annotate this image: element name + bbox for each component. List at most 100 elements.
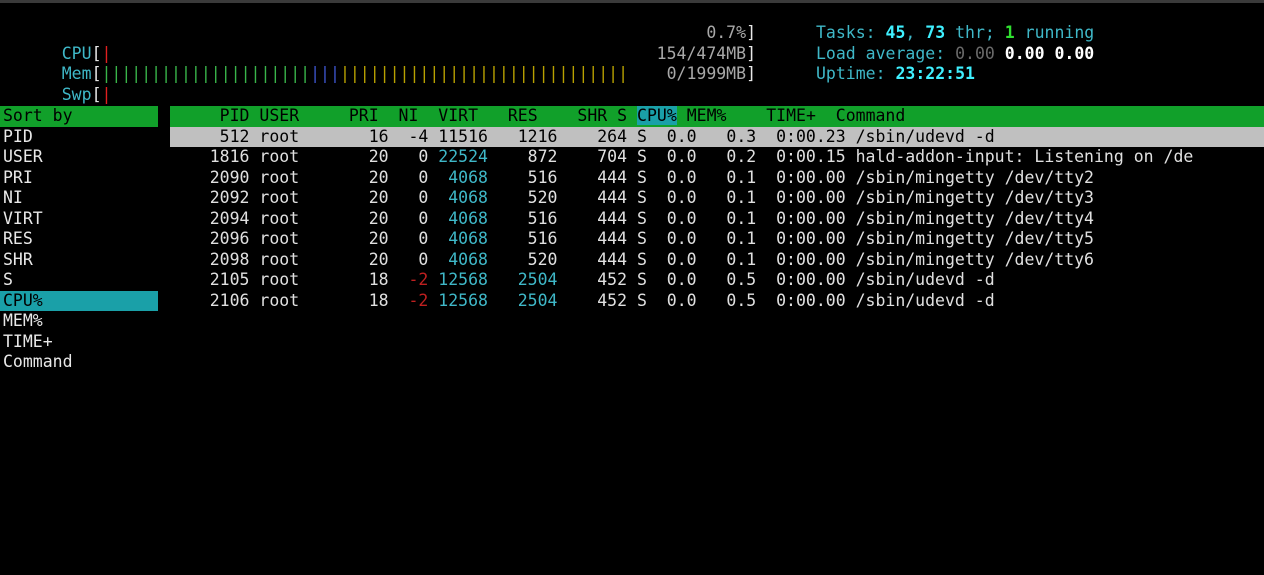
- cell-user: root: [259, 147, 349, 166]
- process-row[interactable]: 2092 root 20 0 4068 520 444 S 0.0 0.1 0:…: [170, 188, 1264, 209]
- process-row[interactable]: 2096 root 20 0 4068 516 444 S 0.0 0.1 0:…: [170, 229, 1264, 250]
- cell-res: 1216: [507, 126, 558, 146]
- uptime-label: Uptime:: [816, 64, 896, 83]
- process-row[interactable]: 2090 root 20 0 4068 516 444 S 0.0 0.1 0:…: [170, 168, 1264, 189]
- col-user[interactable]: USER: [259, 106, 348, 125]
- cell-shr: 264: [577, 126, 628, 146]
- cell-user: root: [259, 290, 349, 310]
- sort-option-cpu[interactable]: CPU%: [0, 290, 158, 311]
- cell-user: root: [259, 167, 349, 187]
- col-ni[interactable]: NI: [399, 106, 419, 125]
- tasks-label: Tasks:: [816, 23, 886, 42]
- uptime-info: Uptime: 23:22:51: [816, 64, 975, 85]
- col-pid[interactable]: PID: [170, 106, 250, 125]
- cell-time: 0:00.15: [776, 147, 846, 166]
- cell-pid: 2094: [170, 208, 250, 228]
- cell-s: S: [636, 167, 647, 187]
- sort-option-virt[interactable]: VIRT: [3, 209, 158, 230]
- cell-command: hald-addon-input: Listening on /de: [855, 147, 1194, 166]
- cell-command: /sbin/udevd -d: [855, 270, 995, 289]
- sort-option-ni[interactable]: NI: [3, 188, 158, 209]
- col-time[interactable]: TIME+: [766, 106, 816, 125]
- running-label: running: [1014, 23, 1095, 42]
- cell-pri: 20: [358, 147, 389, 166]
- cell-pid: 512: [170, 126, 250, 146]
- cell-cpu: 0.0: [666, 229, 697, 248]
- load-1min: 0.00: [955, 43, 995, 63]
- cell-user: root: [259, 270, 349, 289]
- cell-ni: -2: [398, 270, 429, 289]
- sort-option-s[interactable]: S: [3, 270, 158, 291]
- sort-option-mem[interactable]: MEM%: [3, 311, 158, 332]
- sort-option-command[interactable]: Command: [3, 352, 158, 373]
- cell-user: root: [259, 208, 349, 228]
- cell-s: S: [636, 126, 647, 146]
- sort-option-user[interactable]: USER: [3, 147, 158, 168]
- cell-s: S: [636, 229, 647, 248]
- sort-option-pid[interactable]: PID: [3, 127, 158, 148]
- process-row[interactable]: 2094 root 20 0 4068 516 444 S 0.0 0.1 0:…: [170, 209, 1264, 230]
- cell-shr: 444: [577, 208, 628, 228]
- cell-user: root: [259, 188, 349, 207]
- mem-meter-value-wrap: 154/474MB]: [656, 43, 756, 63]
- cell-cpu: 0.0: [666, 188, 697, 207]
- col-command[interactable]: Command: [836, 106, 906, 125]
- process-row[interactable]: 2105 root 18 -2 12568 2504 452 S 0.0 0.5…: [170, 270, 1264, 291]
- cell-pri: 20: [358, 167, 389, 187]
- cell-res: 2504: [507, 270, 558, 289]
- cell-mem: 0.5: [716, 290, 757, 310]
- cell-cpu: 0.0: [666, 167, 697, 187]
- cell-cpu: 0.0: [666, 270, 697, 289]
- col-virt[interactable]: VIRT: [438, 106, 478, 125]
- cell-ni: 0: [398, 167, 429, 187]
- process-row[interactable]: 2106 root 18 -2 12568 2504 452 S 0.0 0.5…: [170, 291, 1264, 312]
- cell-res: 520: [507, 249, 558, 269]
- col-pri[interactable]: PRI: [349, 106, 379, 125]
- process-row[interactable]: 512 root 16 -4 11516 1216 264 S 0.0 0.3 …: [170, 126, 1264, 147]
- sort-option-time[interactable]: TIME+: [3, 332, 158, 353]
- terminal-window: CPU[| 0.7%] Mem[||||||||||||||||||||||||…: [0, 0, 1264, 575]
- cell-res: 516: [507, 229, 558, 248]
- swap-meter-bar: |: [101, 84, 112, 104]
- cell-time: 0:00.23: [776, 126, 846, 146]
- cell-cpu: 0.0: [666, 147, 697, 166]
- cell-pri: 20: [358, 188, 389, 207]
- process-row[interactable]: 1816 root 20 0 22524 872 704 S 0.0 0.2 0…: [170, 147, 1264, 168]
- sort-option-pri[interactable]: PRI: [3, 168, 158, 189]
- col-res[interactable]: RES: [508, 106, 538, 125]
- swap-meter-value-wrap: 0/1999MB]: [666, 64, 756, 83]
- cell-time: 0:00.00: [776, 249, 846, 269]
- cell-virt: 4068: [438, 249, 488, 269]
- cell-ni: 0: [398, 188, 429, 207]
- col-shr[interactable]: SHR: [577, 106, 607, 125]
- sort-option-shr[interactable]: SHR: [3, 250, 158, 271]
- cell-user: root: [259, 126, 349, 146]
- load-5min: 0.00: [1004, 43, 1045, 63]
- load-average-info: Load average: 0.00 0.00 0.00: [816, 44, 1094, 65]
- cell-pri: 18: [358, 270, 389, 289]
- cell-cpu: 0.0: [666, 249, 697, 269]
- cpu-meter-value: 0.7%: [706, 23, 747, 42]
- cell-time: 0:00.00: [776, 290, 846, 310]
- cell-user: root: [259, 249, 349, 269]
- cell-res: 2504: [507, 290, 558, 310]
- process-table-header: PID USER PRI NI VIRT RES SHR S CPU% MEM%…: [170, 106, 1264, 127]
- process-row[interactable]: 2098 root 20 0 4068 520 444 S 0.0 0.1 0:…: [170, 250, 1264, 271]
- threads-count: 73: [925, 23, 946, 42]
- col-mem[interactable]: MEM%: [687, 106, 727, 125]
- cell-pid: 2092: [170, 188, 250, 207]
- cell-virt: 4068: [438, 208, 488, 228]
- running-count: 1: [1004, 23, 1015, 42]
- cell-shr: 452: [577, 290, 628, 310]
- cell-ni: 0: [398, 147, 429, 166]
- cell-cpu: 0.0: [666, 290, 697, 310]
- cell-s: S: [636, 290, 647, 310]
- sort-option-res[interactable]: RES: [3, 229, 158, 250]
- cell-pid: 2096: [170, 229, 250, 248]
- cell-mem: 0.1: [716, 167, 757, 187]
- col-s[interactable]: S: [617, 106, 627, 125]
- cell-pri: 16: [358, 126, 389, 146]
- cell-ni: -2: [398, 290, 429, 310]
- col-cpu[interactable]: CPU%: [637, 106, 677, 125]
- cell-time: 0:00.00: [776, 208, 846, 228]
